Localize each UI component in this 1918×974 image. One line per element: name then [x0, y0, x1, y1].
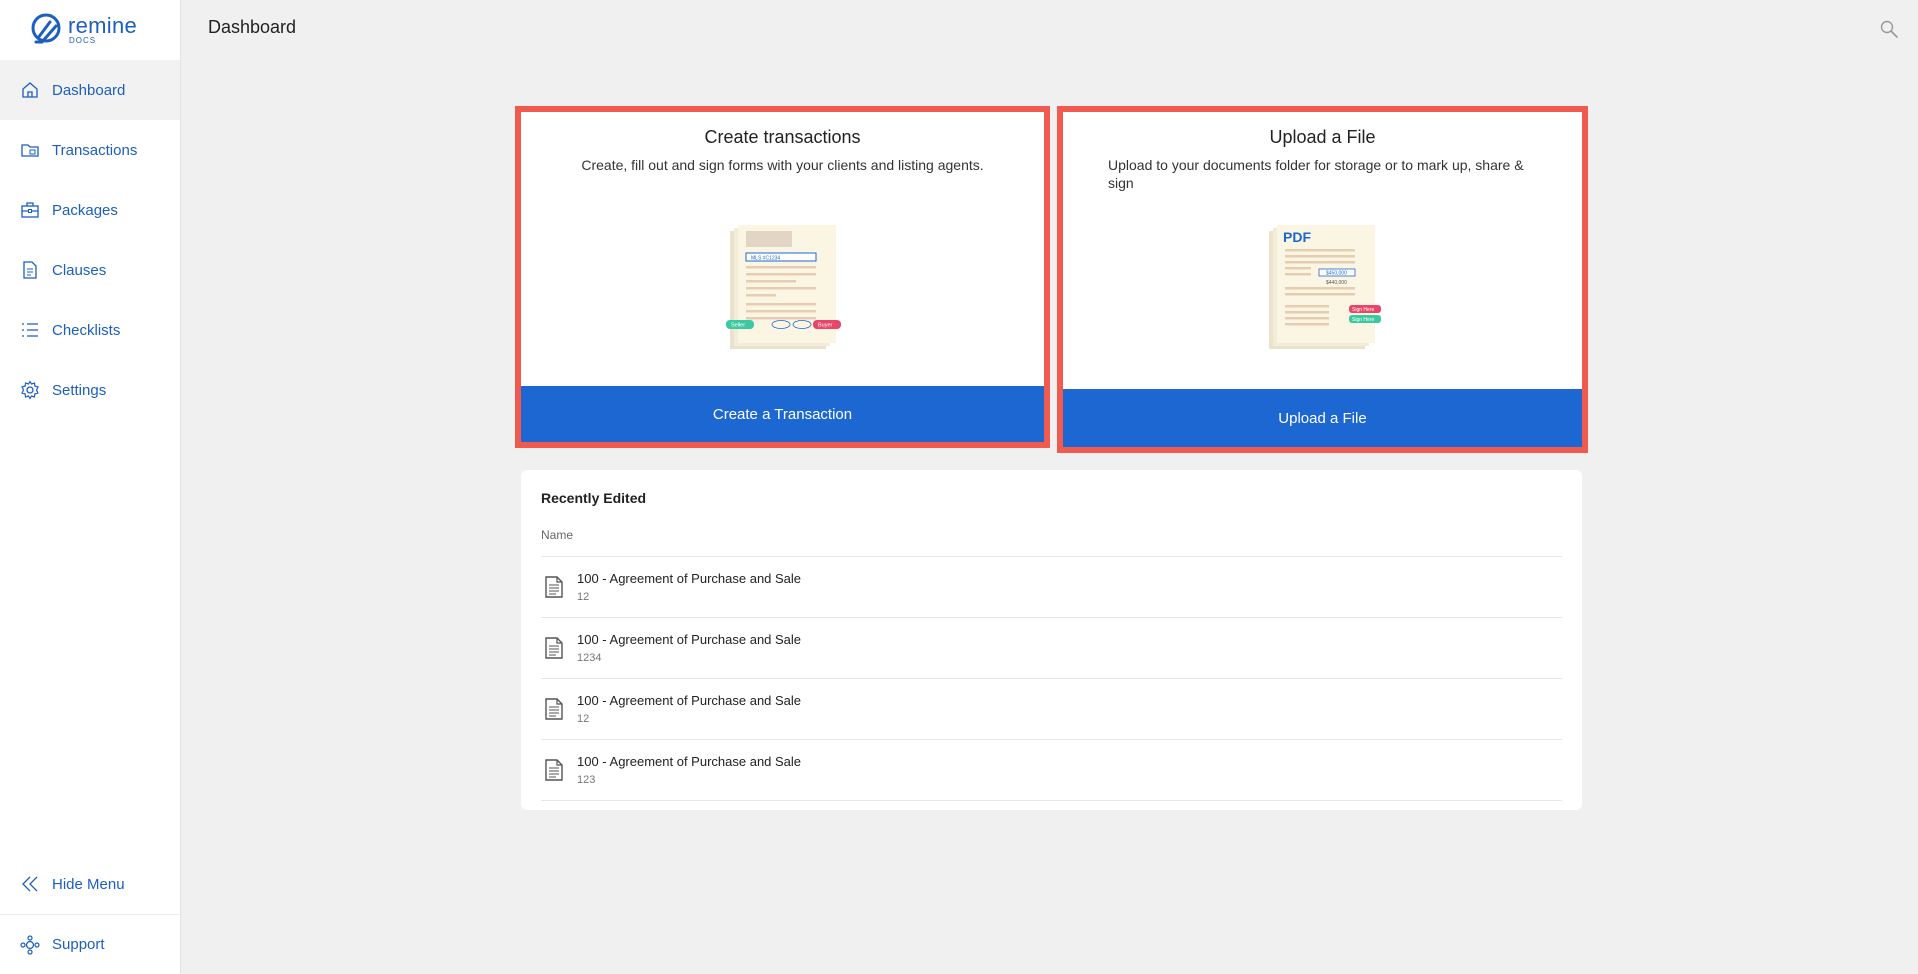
document-icon [23, 261, 37, 279]
folder-icon [21, 144, 39, 157]
sidebar-item-label: Settings [52, 381, 107, 399]
sidebar-item-label: Transactions [52, 141, 138, 159]
sign-here-tag: Sign Here [1352, 307, 1374, 313]
hide-menu-button[interactable]: Hide Menu [0, 854, 180, 914]
document-icon [545, 759, 563, 781]
price-one: $450,000 [1326, 271, 1347, 277]
upload-file-card: Upload a File Upload to your documents f… [1057, 106, 1588, 453]
buyer-tag: Buyer [818, 323, 833, 329]
sidebar-item-label: Checklists [52, 321, 121, 339]
sidebar-item-settings[interactable]: Settings [0, 360, 180, 420]
sidebar-item-label: Dashboard [52, 81, 126, 99]
home-icon [22, 82, 38, 98]
list-item[interactable]: 100 - Agreement of Purchase and Sale 12 [541, 679, 1562, 740]
price-two: $440,000 [1326, 280, 1347, 286]
list-item[interactable]: 100 - Agreement of Purchase and Sale 12 [541, 557, 1562, 618]
illustration-field-text: MLS #C1234 [751, 256, 780, 262]
sign-here-tag: Sign Here [1352, 317, 1374, 323]
pdf-illustration: PDF $450,000 $440,000 Sign Here Sign Her… [1269, 225, 1381, 349]
recently-edited-title: Recently Edited [541, 490, 647, 506]
create-transaction-button[interactable]: Create a Transaction [521, 386, 1044, 442]
card-description: Create, fill out and sign forms with you… [581, 157, 984, 173]
document-name: 100 - Agreement of Purchase and Sale [577, 571, 802, 586]
document-name: 100 - Agreement of Purchase and Sale [577, 632, 802, 647]
document-icon [545, 637, 563, 659]
document-subtext: 12 [577, 591, 590, 603]
document-subtext: 123 [577, 774, 596, 786]
seller-tag: Seller [731, 323, 745, 329]
pdf-label: PDF [1283, 229, 1311, 245]
upload-file-button[interactable]: Upload a File [1063, 389, 1582, 447]
hide-menu-label: Hide Menu [52, 875, 125, 893]
sidebar: remine DOCS Dashboard Transactions Packa… [0, 0, 181, 974]
brand-name: remine [68, 13, 138, 38]
card-description: Upload to your documents folder for stor… [1108, 157, 1524, 191]
document-name: 100 - Agreement of Purchase and Sale [577, 693, 802, 708]
list-item[interactable]: 100 - Agreement of Purchase and Sale 123… [541, 618, 1562, 679]
brand-sub: DOCS [69, 36, 97, 45]
document-icon [545, 698, 563, 720]
list-item[interactable]: 100 - Agreement of Purchase and Sale 123 [541, 740, 1562, 801]
sidebar-item-label: Packages [52, 201, 118, 219]
sidebar-item-dashboard[interactable]: Dashboard [0, 60, 180, 120]
briefcase-icon [21, 202, 39, 218]
page-title: Dashboard [208, 17, 297, 37]
sidebar-item-checklists[interactable]: Checklists [0, 300, 180, 360]
sidebar-item-transactions[interactable]: Transactions [0, 120, 180, 180]
recently-edited-panel: Recently Edited Name 100 - Agreement of … [521, 470, 1582, 810]
document-subtext: 1234 [577, 652, 602, 664]
support-icon [20, 934, 40, 955]
remine-logo-icon [31, 13, 61, 44]
sidebar-item-clauses[interactable]: Clauses [0, 240, 180, 300]
double-chevron-left-icon [22, 876, 38, 892]
transaction-form-illustration: MLS #C1234 Seller Buyer [726, 225, 841, 349]
create-transactions-card: Create transactions Create, fill out and… [515, 106, 1050, 448]
support-button[interactable]: Support [0, 914, 180, 974]
name-column-header[interactable]: Name [541, 528, 1562, 557]
sidebar-item-packages[interactable]: Packages [0, 180, 180, 240]
logo[interactable]: remine DOCS [0, 0, 180, 60]
list-icon [22, 323, 38, 337]
gear-icon [21, 380, 39, 400]
support-label: Support [52, 936, 105, 953]
search-icon[interactable] [1879, 19, 1899, 39]
document-name: 100 - Agreement of Purchase and Sale [577, 754, 802, 769]
card-title: Upload a File [1269, 127, 1376, 147]
sidebar-item-label: Clauses [52, 261, 107, 279]
document-icon [545, 576, 563, 598]
card-title: Create transactions [704, 127, 861, 147]
document-subtext: 12 [577, 713, 590, 725]
